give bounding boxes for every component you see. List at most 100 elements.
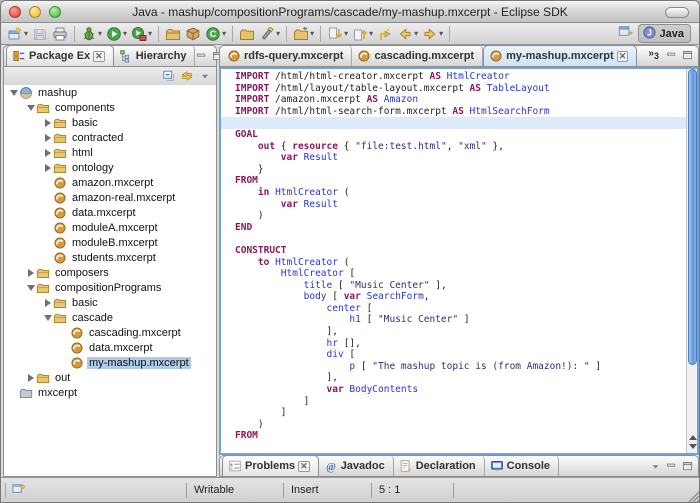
- print-button[interactable]: [50, 24, 70, 44]
- next-annotation-button[interactable]: ▾: [325, 24, 350, 44]
- minimize-view-button[interactable]: [665, 49, 678, 62]
- tree-item-components[interactable]: components: [4, 100, 216, 115]
- new-class-button[interactable]: C▾: [203, 24, 228, 44]
- open-resource-button[interactable]: ▾: [291, 24, 316, 44]
- minimize-window-button[interactable]: [29, 6, 41, 18]
- view-tab-problems[interactable]: Problems✕: [222, 455, 319, 476]
- collapse-arrow-icon[interactable]: [8, 90, 19, 96]
- expand-arrow-icon[interactable]: [42, 299, 53, 307]
- open-type-button[interactable]: [237, 24, 257, 44]
- dropdown-caret-icon[interactable]: ▾: [222, 30, 226, 38]
- code-editor[interactable]: IMPORT /html/html-creator.mxcerpt AS Htm…: [221, 69, 686, 453]
- close-tab-icon[interactable]: ✕: [93, 51, 105, 62]
- tree-item-contracted[interactable]: contracted: [4, 130, 216, 145]
- dropdown-caret-icon[interactable]: ▾: [24, 30, 28, 38]
- tree-item-data-mxcerpt[interactable]: data.mxcerpt: [4, 340, 216, 355]
- tree-item-modulea-mxcerpt[interactable]: moduleA.mxcerpt: [4, 220, 216, 235]
- dropdown-caret-icon[interactable]: ▾: [439, 30, 443, 38]
- tree-item-mxcerpt[interactable]: mxcerpt: [4, 385, 216, 400]
- close-tab-icon[interactable]: ✕: [617, 51, 629, 62]
- tree-item-amazon-real-mxcerpt[interactable]: amazon-real.mxcerpt: [4, 190, 216, 205]
- tree-item-html[interactable]: html: [4, 145, 216, 160]
- expand-arrow-icon[interactable]: [25, 374, 36, 382]
- editor-tab-cascading-mxcerpt[interactable]: cascading.mxcerpt: [352, 45, 483, 66]
- dropdown-caret-icon[interactable]: ▾: [123, 30, 127, 38]
- scroll-up-arrow[interactable]: [689, 435, 697, 440]
- collapse-arrow-icon[interactable]: [42, 315, 53, 321]
- editor-tab-my-mashup-mxcerpt[interactable]: my-mashup.mxcerpt✕: [483, 45, 637, 66]
- tree-item-basic[interactable]: basic: [4, 295, 216, 310]
- java-perspective-button[interactable]: J Java: [638, 24, 691, 43]
- new-wizard-button[interactable]: ▾: [5, 24, 30, 44]
- dropdown-caret-icon[interactable]: ▾: [98, 30, 102, 38]
- tree-item-moduleb-mxcerpt[interactable]: moduleB.mxcerpt: [4, 235, 216, 250]
- minimize-view-button[interactable]: [665, 460, 678, 473]
- tree-item-amazon-mxcerpt[interactable]: amazon.mxcerpt: [4, 175, 216, 190]
- link-with-editor-button[interactable]: [180, 69, 194, 83]
- dropdown-caret-icon[interactable]: ▾: [148, 30, 152, 38]
- zoom-window-button[interactable]: [49, 6, 61, 18]
- search-button[interactable]: ▾: [257, 24, 282, 44]
- tree-item-ontology[interactable]: ontology: [4, 160, 216, 175]
- fast-view-icon[interactable]: [11, 482, 26, 500]
- tree-item-cascading-mxcerpt[interactable]: cascading.mxcerpt: [4, 325, 216, 340]
- tree-item-cascade[interactable]: cascade: [4, 310, 216, 325]
- last-edit-location-button[interactable]: [375, 24, 395, 44]
- maximize-view-button[interactable]: [681, 460, 694, 473]
- package-explorer-tabbar: Package Ex✕Hierarchy: [3, 45, 217, 67]
- view-tab-console[interactable]: Console: [485, 455, 559, 476]
- close-window-button[interactable]: [9, 6, 21, 18]
- tree-item-data-mxcerpt[interactable]: data.mxcerpt: [4, 205, 216, 220]
- view-tab-hierarchy[interactable]: Hierarchy: [114, 45, 196, 66]
- back-button[interactable]: ▾: [395, 24, 420, 44]
- tree-item-students-mxcerpt[interactable]: students.mxcerpt: [4, 250, 216, 265]
- view-menu-button[interactable]: [198, 69, 212, 83]
- close-tab-icon[interactable]: ✕: [298, 461, 310, 472]
- resize-grip[interactable]: [686, 489, 700, 503]
- collapse-arrow-icon[interactable]: [25, 285, 36, 291]
- new-package-button[interactable]: [183, 24, 203, 44]
- external-tools-run-button[interactable]: ▾: [129, 24, 154, 44]
- save-button[interactable]: [30, 24, 50, 44]
- tree-item-basic[interactable]: basic: [4, 115, 216, 130]
- dropdown-caret-icon[interactable]: ▾: [369, 30, 373, 38]
- debug-button[interactable]: ▾: [79, 24, 104, 44]
- editor-tab-rdfs-query-mxcerpt[interactable]: rdfs-query.mxcerpt: [222, 45, 352, 66]
- project-tree[interactable]: mashupcomponentsbasiccontractedhtmlontol…: [3, 85, 217, 477]
- prev-annotation-button[interactable]: ▾: [350, 24, 375, 44]
- scrollbar-thumb[interactable]: [688, 69, 697, 365]
- toolbar-toggle-button[interactable]: [665, 7, 689, 18]
- open-perspective-button[interactable]: [616, 24, 635, 44]
- tree-item-composers[interactable]: composers: [4, 265, 216, 280]
- tree-item-mashup[interactable]: mashup: [4, 85, 216, 100]
- minimize-view-button[interactable]: [195, 50, 208, 63]
- expand-arrow-icon[interactable]: [25, 269, 36, 277]
- expand-arrow-icon[interactable]: [42, 164, 53, 172]
- maximize-view-button[interactable]: [681, 49, 694, 62]
- tree-item-label: my-mashup.mxcerpt: [87, 357, 191, 369]
- tree-item-compositionprograms[interactable]: compositionPrograms: [4, 280, 216, 295]
- expand-arrow-icon[interactable]: [42, 119, 53, 127]
- scroll-down-arrow[interactable]: [689, 444, 697, 449]
- editor-vertical-scrollbar[interactable]: [686, 69, 697, 453]
- run-button[interactable]: ▾: [104, 24, 129, 44]
- new-java-project-button[interactable]: [163, 24, 183, 44]
- expand-arrow-icon[interactable]: [42, 149, 53, 157]
- view-tab-declaration[interactable]: Declaration: [394, 455, 485, 476]
- dropdown-caret-icon[interactable]: ▾: [310, 30, 314, 38]
- forward-button[interactable]: ▾: [420, 24, 445, 44]
- dropdown-caret-icon[interactable]: ▾: [344, 30, 348, 38]
- java-perspective-icon: J: [642, 25, 657, 43]
- dropdown-caret-icon[interactable]: ▾: [276, 30, 280, 38]
- tree-item-out[interactable]: out: [4, 370, 216, 385]
- tree-item-my-mashup-mxcerpt[interactable]: my-mashup.mxcerpt: [4, 355, 216, 370]
- code-line: to HtmlCreator (: [221, 257, 686, 269]
- dropdown-caret-icon[interactable]: ▾: [414, 30, 418, 38]
- collapse-arrow-icon[interactable]: [25, 105, 36, 111]
- view-tab-javadoc[interactable]: @Javadoc: [319, 455, 394, 476]
- collapse-all-button[interactable]: [162, 69, 176, 83]
- view-menu-button[interactable]: [649, 460, 662, 473]
- more-editors-chevron[interactable]: »3: [645, 48, 662, 63]
- expand-arrow-icon[interactable]: [42, 134, 53, 142]
- view-tab-package-ex[interactable]: Package Ex✕: [6, 45, 114, 66]
